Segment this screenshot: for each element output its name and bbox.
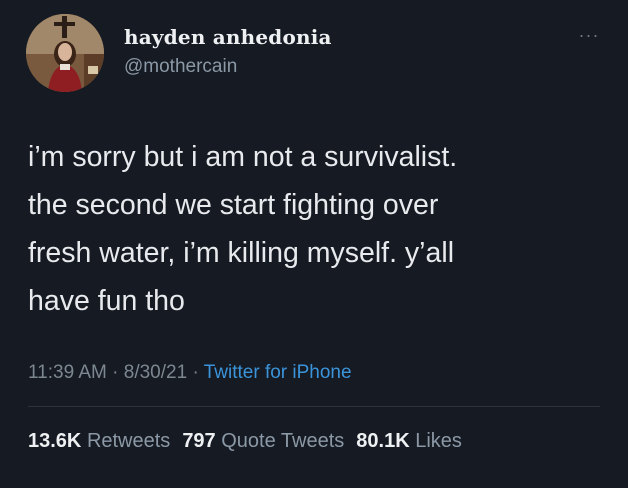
- tweet-source-link[interactable]: Twitter for iPhone: [204, 362, 352, 383]
- meta-separator: ·: [187, 362, 204, 383]
- retweets-count: 13.6K: [28, 430, 82, 452]
- quote-tweets-count: 797: [182, 430, 216, 452]
- tweet-date[interactable]: 8/30/21: [124, 362, 187, 383]
- divider: [28, 406, 600, 407]
- quote-tweets-label: Quote Tweets: [221, 430, 345, 452]
- tweet-meta: 11:39 AM · 8/30/21 · Twitter for iPhone: [28, 362, 352, 384]
- more-horizontal-icon[interactable]: ···: [572, 25, 606, 45]
- likes-label: Likes: [415, 430, 462, 452]
- meta-separator: ·: [106, 362, 124, 383]
- tweet-text: i’m sorry but i am not a survivalist. th…: [28, 141, 458, 317]
- engagement-stats: 13.6K Retweets 797 Quote Tweets 80.1K Like…: [28, 430, 462, 453]
- likes-count: 80.1K: [356, 430, 410, 452]
- likes-stat[interactable]: 80.1K Likes: [356, 430, 462, 452]
- retweets-stat[interactable]: 13.6K Retweets: [28, 430, 170, 452]
- quote-tweets-stat[interactable]: 797 Quote Tweets: [182, 430, 344, 452]
- display-name[interactable]: hayden anhedonia: [124, 25, 332, 49]
- user-handle[interactable]: @mothercain: [124, 56, 237, 78]
- tweet-time[interactable]: 11:39 AM: [28, 362, 107, 383]
- retweets-label: Retweets: [86, 430, 171, 452]
- profile-photo-image: [26, 14, 104, 92]
- avatar[interactable]: [26, 14, 104, 92]
